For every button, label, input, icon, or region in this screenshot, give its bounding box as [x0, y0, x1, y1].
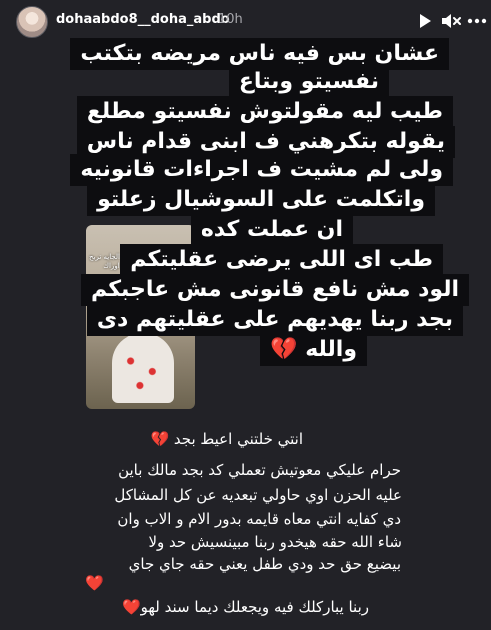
comment-line: بيضيع حق حد ودي طفل يعني حقه جاي جاي: [128, 555, 401, 573]
story-line: نفسيتو وبتاع: [228, 66, 389, 98]
comment-line: حرام عليكي معوتيش تعملي كد بجد مالك باين: [118, 461, 401, 479]
child-shirt-graphic: [112, 333, 174, 403]
comment-line: عليه الحزن اوي حاولي تبعديه عن كل المشاك…: [114, 486, 402, 504]
more-icon[interactable]: [466, 10, 488, 32]
speaker-off-icon[interactable]: [440, 10, 462, 32]
story-line: ولى لم مشيت ف اجراءات قانونيه: [70, 154, 453, 186]
story-line: والله 💔: [260, 334, 367, 366]
comment-line: شاء الله حقه هيخدو ربنا مبينسيش حد ولا: [148, 533, 402, 551]
comment-line: انتي خلتني اعيط بجد 💔: [150, 430, 303, 448]
story-line: واتكلمت على السوشيال زعلتو: [87, 184, 435, 216]
comment-line: ربنا يباركلك فيه ويجعلك ديما سند لهو❤️: [121, 598, 369, 616]
story-line: ان عملت كده: [190, 214, 353, 246]
comment-line: دي كفايه انتي معاه قايمه بدور الام و الا…: [117, 510, 401, 528]
play-icon[interactable]: [414, 10, 436, 32]
story-line: طب اى اللى يرضى عقليتكم: [120, 244, 443, 276]
story-line: الود مش نافع قانونى مش عاجبكم: [81, 274, 469, 306]
story-line: بجد ربنا يهديهم على عقليتهم دى: [86, 304, 463, 336]
avatar[interactable]: [16, 6, 48, 38]
timestamp: 10h: [218, 12, 243, 27]
heart-icon: ❤️: [85, 574, 104, 592]
story-line: طيب ليه مقولتوش نفسيتو مطلع: [76, 96, 453, 128]
username[interactable]: dohaabdo8__doha_abdo: [56, 12, 230, 27]
